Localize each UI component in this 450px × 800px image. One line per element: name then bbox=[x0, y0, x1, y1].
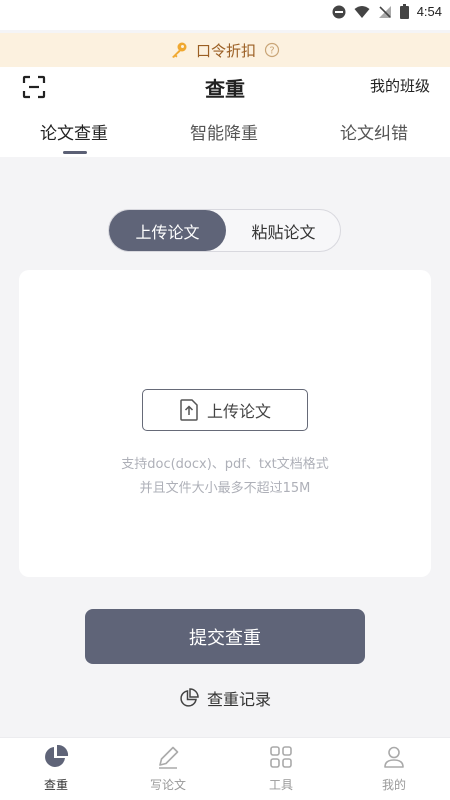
upload-file-icon bbox=[180, 399, 198, 421]
nav-item-check[interactable]: 查重 bbox=[6, 744, 106, 793]
tab-paper-correction[interactable]: 论文纠错 bbox=[340, 119, 408, 144]
upload-paper-button[interactable]: 上传论文 bbox=[142, 389, 308, 431]
battery-icon bbox=[399, 4, 409, 19]
help-icon[interactable]: ? bbox=[264, 42, 280, 58]
my-class-link[interactable]: 我的班级 bbox=[370, 75, 430, 96]
promo-text: 口令折扣 bbox=[195, 41, 256, 60]
nav-label-tools: 工具 bbox=[268, 778, 293, 792]
segment-paste-paper[interactable]: 粘贴论文 bbox=[226, 210, 341, 251]
key-icon bbox=[171, 42, 187, 58]
nav-label-write: 写论文 bbox=[149, 778, 186, 792]
tab-bar: 论文查重 智能降重 论文纠错 bbox=[0, 115, 450, 155]
pie-chart-icon bbox=[45, 744, 69, 767]
header: 查重 我的班级 论文查重 智能降重 论文纠错 bbox=[0, 67, 450, 157]
pen-icon bbox=[159, 746, 179, 769]
status-time: 4:54 bbox=[416, 4, 442, 19]
pie-chart-icon bbox=[180, 688, 199, 707]
do-not-disturb-icon bbox=[332, 5, 346, 18]
tab-paper-check[interactable]: 论文查重 bbox=[40, 119, 108, 144]
user-icon bbox=[384, 746, 404, 768]
tab-indicator bbox=[63, 151, 87, 154]
no-signal-icon bbox=[378, 5, 391, 18]
grid-icon bbox=[270, 746, 292, 768]
check-history-link[interactable]: 查重记录 bbox=[0, 686, 450, 710]
upload-mode-segment: 上传论文 粘贴论文 bbox=[108, 209, 341, 252]
nav-label-check: 查重 bbox=[43, 778, 68, 792]
tab-smart-rewrite[interactable]: 智能降重 bbox=[190, 119, 258, 144]
nav-item-tools[interactable]: 工具 bbox=[231, 744, 331, 793]
segment-upload-paper[interactable]: 上传论文 bbox=[109, 210, 226, 251]
submit-check-button[interactable]: 提交查重 bbox=[85, 609, 365, 664]
upload-button-label: 上传论文 bbox=[206, 402, 271, 421]
status-icons: 4:54 bbox=[332, 4, 442, 19]
format-hint: 支持doc(docx)、pdf、txt文档格式 bbox=[121, 457, 329, 472]
svg-text:?: ? bbox=[269, 46, 274, 57]
nav-item-mine[interactable]: 我的 bbox=[344, 744, 444, 793]
size-hint: 并且文件大小最多不超过15M bbox=[139, 481, 311, 496]
nav-label-mine: 我的 bbox=[381, 778, 406, 792]
wifi-icon bbox=[354, 5, 370, 18]
upload-card: 上传论文 支持doc(docx)、pdf、txt文档格式 并且文件大小最多不超过… bbox=[19, 270, 431, 577]
nav-item-write[interactable]: 写论文 bbox=[118, 744, 218, 793]
bottom-nav: 查重 写论文 工具 我的 bbox=[0, 737, 450, 800]
promo-bar[interactable]: 口令折扣 ? bbox=[0, 33, 450, 67]
status-bar: 4:54 bbox=[0, 0, 450, 30]
check-history-label: 查重记录 bbox=[206, 690, 271, 709]
